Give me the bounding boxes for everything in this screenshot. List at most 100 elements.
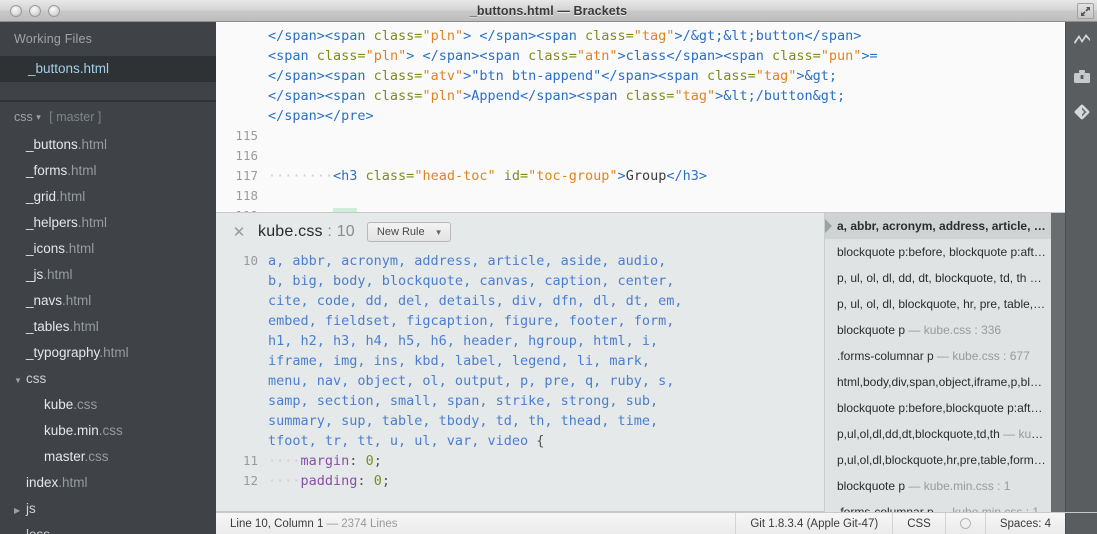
chevron-right-icon[interactable]: ▶ (14, 498, 26, 522)
maximize-icon[interactable] (1077, 3, 1094, 19)
html-code-token: </h3> (666, 168, 707, 184)
related-rule-item[interactable]: a, abbr, acronym, address, article, asid… (825, 213, 1065, 239)
css-code-line[interactable]: 11 ····margin: 0; (216, 451, 824, 471)
tree-folder-js[interactable]: ▶ js (0, 496, 216, 522)
tree-file-index[interactable]: index.html (0, 470, 216, 496)
working-files-list[interactable]: _buttons.html (0, 56, 216, 82)
inline-separator: : (322, 223, 337, 240)
minimize-button[interactable] (29, 5, 41, 17)
new-rule-button[interactable]: New Rule ▼ (366, 222, 451, 242)
related-rule-item[interactable]: .forms-columnar p — kube.css : 677 (825, 343, 1065, 369)
related-rule-item[interactable]: blockquote p:before, blockquote p:after,… (825, 239, 1065, 265)
tree-file-name: index (26, 475, 59, 490)
related-rules-list[interactable]: a, abbr, acronym, address, article, asid… (825, 213, 1065, 512)
project-file-tree[interactable]: _buttons.html _forms.html _grid.html _helpe… (0, 132, 216, 534)
tree-file-ext: .html (77, 215, 108, 230)
git-icon[interactable] (1066, 94, 1097, 130)
tree-file-_grid[interactable]: _grid.html (0, 184, 216, 210)
css-code-line[interactable]: embed, fieldset, figcaption, figure, foo… (216, 311, 824, 331)
html-code-token: >Append</span><span (463, 88, 626, 104)
tree-file-name: _tables (26, 319, 70, 334)
tree-file-_navs[interactable]: _navs.html (0, 288, 216, 314)
indent-setting[interactable]: Spaces: 4 (984, 512, 1065, 534)
related-rules-scrollbar[interactable] (1051, 213, 1065, 512)
css-code-token: padding (300, 473, 358, 489)
close-icon[interactable]: ✕ (228, 223, 250, 241)
html-code-line[interactable]: 115 (216, 126, 1065, 146)
css-code-token: embed, fieldset, figcaption, figure, foo… (268, 313, 683, 329)
html-code-token: class= (771, 48, 821, 64)
working-file-item[interactable]: _buttons.html (0, 56, 216, 82)
css-code-line[interactable]: summary, sup, table, tbody, td, th, thea… (216, 411, 824, 431)
related-rule-item[interactable]: p,ul,ol,dl,dd,dt,blockquote,td,th — kube… (825, 421, 1065, 447)
cursor-position[interactable]: Line 10, Column 1 — 2374 Lines (216, 518, 398, 530)
html-code-view[interactable]: </span><span class="pln"> </span><span c… (216, 22, 1065, 224)
css-code-line[interactable]: b, big, body, blockquote, canvas, captio… (216, 271, 824, 291)
html-code-line[interactable]: 118 (216, 186, 1065, 206)
tree-file-kube.min[interactable]: kube.min.css (0, 418, 216, 444)
live-preview-icon[interactable] (1066, 22, 1097, 58)
html-code-line[interactable]: </span><span class="pln"> </span><span c… (216, 26, 1065, 46)
tree-folder-label: less (26, 527, 50, 534)
inline-file-name: kube.css (258, 223, 323, 240)
html-code-token (496, 168, 504, 184)
zoom-button[interactable] (48, 5, 60, 17)
related-rule-item[interactable]: html,body,div,span,object,iframe,p,block… (825, 369, 1065, 395)
css-code-line[interactable]: iframe, img, ins, kbd, label, legend, li… (216, 351, 824, 371)
related-rule-item[interactable]: blockquote p — kube.css : 336 (825, 317, 1065, 343)
html-code-line[interactable]: 117 ········<h3 class="head-toc" id="toc-… (216, 166, 1065, 186)
tree-folder-less[interactable]: ▼less (0, 522, 216, 534)
related-rule-item[interactable]: p, ul, ol, dl, dd, dt, blockquote, td, t… (825, 265, 1065, 291)
chevron-down-icon[interactable]: ▼ (14, 524, 26, 534)
html-code-token: class= (706, 68, 756, 84)
close-button[interactable] (10, 5, 22, 17)
tree-file-master[interactable]: master.css (0, 444, 216, 470)
css-code-line[interactable]: menu, nav, object, ol, output, p, pre, q… (216, 371, 824, 391)
html-code-line[interactable]: </span><span class="pln">Append</span><s… (216, 86, 1065, 106)
extension-manager-icon[interactable] (1066, 58, 1097, 94)
html-code-token: <span (268, 48, 317, 64)
tree-file-_tables[interactable]: _tables.html (0, 314, 216, 340)
tree-file-name: _helpers (26, 215, 78, 230)
related-rule-selector: blockquote p (837, 479, 906, 493)
chevron-down-icon[interactable]: ▼ (14, 368, 26, 392)
tree-file-_forms[interactable]: _forms.html (0, 158, 216, 184)
related-rule-item[interactable]: p,ul,ol,dl,blockquote,hr,pre,table,form,… (825, 447, 1065, 473)
css-code-line[interactable]: h1, h2, h3, h4, h5, h6, header, hgroup, … (216, 331, 824, 351)
css-code-line[interactable]: 12 ····padding: 0; (216, 471, 824, 491)
tree-file-kube[interactable]: kube.css (0, 392, 216, 418)
related-rule-selector: html,body,div,span,object,iframe,p,block… (837, 375, 1065, 389)
tree-file-name: _icons (26, 241, 66, 256)
tree-folder-css[interactable]: ▼ css (0, 366, 216, 392)
html-code-line[interactable]: </span><span class="atv">"btn btn-append… (216, 66, 1065, 86)
css-code-token: ···· (268, 473, 301, 489)
tree-file-_buttons[interactable]: _buttons.html (0, 132, 216, 158)
css-code-line[interactable]: cite, code, dd, del, details, div, dfn, … (216, 291, 824, 311)
related-rule-item[interactable]: blockquote p:before,blockquote p:after,q… (825, 395, 1065, 421)
html-code-line[interactable]: </span></pre> (216, 106, 1065, 126)
editor-pane[interactable]: </span><span class="pln"> </span><span c… (216, 22, 1065, 512)
html-code-line[interactable]: <span class="pln"> </span><span class="a… (216, 46, 1065, 66)
html-code-token: >class</span><span (617, 48, 772, 64)
brackets-window: _buttons.html — Brackets Working Files _… (0, 0, 1097, 534)
html-code-line[interactable]: 116 (216, 146, 1065, 166)
language-selector[interactable]: CSS (892, 512, 945, 534)
chevron-updown-icon[interactable]: ▾ (36, 102, 41, 132)
css-code-line[interactable]: tfoot, tr, tt, u, ul, var, video { (216, 431, 824, 451)
tree-file-_icons[interactable]: _icons.html (0, 236, 216, 262)
css-code-view[interactable]: 10 a, abbr, acronym, address, article, as… (216, 251, 824, 512)
tree-file-_js[interactable]: _js.html (0, 262, 216, 288)
status-indicator[interactable] (944, 512, 985, 534)
project-header[interactable]: css ▾ [ master ] (0, 102, 216, 132)
tree-file-_helpers[interactable]: _helpers.html (0, 210, 216, 236)
css-code-line[interactable]: samp, section, small, span, strike, stro… (216, 391, 824, 411)
related-rule-item[interactable]: .forms-columnar p — kube.min.css : 1 (825, 499, 1065, 512)
chevron-down-icon[interactable]: ▼ (435, 228, 443, 237)
css-code-token: margin (300, 453, 350, 469)
related-rule-item[interactable]: blockquote p — kube.min.css : 1 (825, 473, 1065, 499)
window-controls[interactable] (10, 5, 60, 17)
related-rule-item[interactable]: p, ul, ol, dl, blockquote, hr, pre, tabl… (825, 291, 1065, 317)
related-rule-selector: p, ul, ol, dl, dd, dt, blockquote, td, t… (837, 271, 1027, 285)
css-code-line[interactable]: 10 a, abbr, acronym, address, article, as… (216, 251, 824, 271)
tree-file-_typography[interactable]: _typography.html (0, 340, 216, 366)
